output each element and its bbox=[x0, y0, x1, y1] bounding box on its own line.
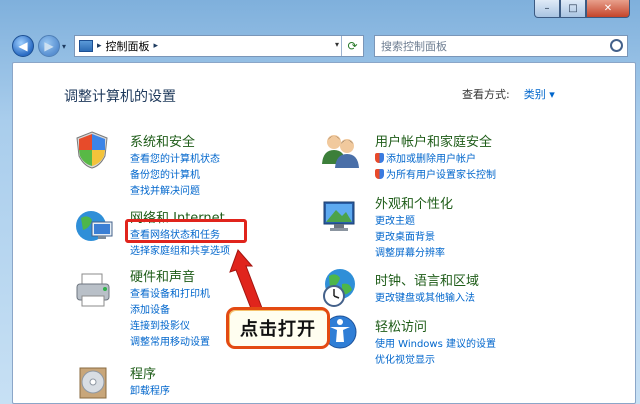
annotation-callout: 点击打开 bbox=[226, 307, 330, 349]
